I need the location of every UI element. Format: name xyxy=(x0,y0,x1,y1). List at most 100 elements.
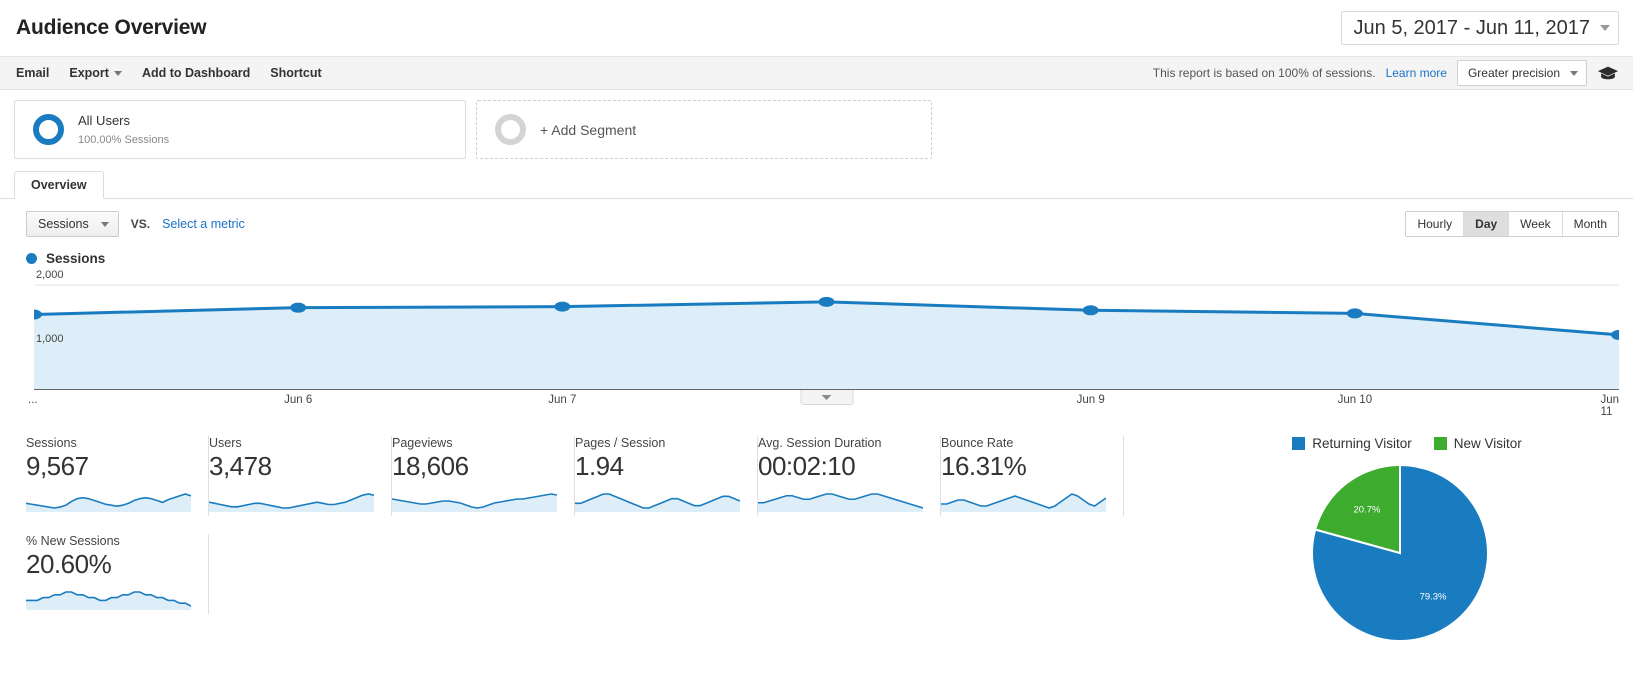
tab-strip: Overview xyxy=(0,171,1633,199)
chevron-down-icon xyxy=(821,394,832,400)
segment-name: All Users xyxy=(78,112,131,128)
summary-section: Sessions 9,567 Users 3,478 Pageviews 18,606 Pa… xyxy=(0,412,1633,643)
export-button[interactable]: Export xyxy=(69,66,122,80)
action-bar: Email Export Add to Dashboard Shortcut T… xyxy=(0,57,1633,90)
pie-legend: Returning Visitor New Visitor xyxy=(1200,436,1600,451)
metric-card[interactable]: % New Sessions 20.60% xyxy=(26,534,209,614)
chevron-down-icon xyxy=(100,221,109,227)
legend-swatch-icon xyxy=(1292,437,1306,450)
pie-slice-label: 79.3% xyxy=(1420,591,1447,602)
chart-collapse-handle[interactable] xyxy=(800,390,853,405)
pie-legend-item-new[interactable]: New Visitor xyxy=(1433,436,1522,451)
tab-overview-label: Overview xyxy=(31,178,87,192)
metric-sparkline xyxy=(209,486,374,512)
shortcut-button[interactable]: Shortcut xyxy=(270,66,321,80)
metric-card-name: Pages / Session xyxy=(575,436,666,450)
metric-card-name: Pageviews xyxy=(392,436,453,450)
audience-overview-page: Audience Overview Jun 5, 2017 - Jun 11, … xyxy=(0,0,1633,697)
pie-slice-label: 20.7% xyxy=(1353,505,1380,516)
metric-sparkline xyxy=(26,584,191,610)
primary-metric-label: Sessions xyxy=(38,217,89,231)
metric-card[interactable]: Pageviews 18,606 xyxy=(392,436,575,516)
chart-legend: Sessions xyxy=(0,237,1633,266)
primary-metric-select[interactable]: Sessions xyxy=(26,211,119,237)
date-range-text: Jun 5, 2017 - Jun 11, 2017 xyxy=(1353,16,1590,39)
graduation-cap-icon[interactable] xyxy=(1597,64,1619,82)
granularity-week[interactable]: Week xyxy=(1509,212,1563,236)
sessions-trend-chart[interactable]: 2,000 1,000 xyxy=(34,269,1619,390)
metric-card-value: 9,567 xyxy=(26,451,89,481)
page-title: Audience Overview xyxy=(16,16,207,39)
chart-plot-area xyxy=(34,272,1619,390)
metric-card[interactable]: Users 3,478 xyxy=(209,436,392,516)
pie-legend-label-returning: Returning Visitor xyxy=(1312,436,1412,451)
x-axis-tick: Jun 6 xyxy=(284,394,313,406)
x-axis-tick: Jun 7 xyxy=(548,394,577,406)
metric-card[interactable]: Pages / Session 1.94 xyxy=(575,436,758,516)
metric-card-grid: Sessions 9,567 Users 3,478 Pageviews 18,606 Pa… xyxy=(0,436,1200,643)
granularity-hourly[interactable]: Hourly xyxy=(1406,212,1465,236)
metric-sparkline xyxy=(758,486,923,512)
metric-selector-row: Sessions VS. Select a metric Hourly Day … xyxy=(0,199,1633,237)
segment-card-all-users[interactable]: All Users 100.00% Sessions xyxy=(14,100,466,159)
email-button[interactable]: Email xyxy=(16,66,49,80)
pie-legend-item-returning[interactable]: Returning Visitor xyxy=(1292,436,1412,451)
date-range-picker[interactable]: Jun 5, 2017 - Jun 11, 2017 xyxy=(1340,11,1619,45)
metric-card[interactable]: Avg. Session Duration 00:02:10 xyxy=(758,436,941,516)
chart-x-axis: ...Jun 6Jun 7Jun 8Jun 9Jun 10Jun 11 xyxy=(28,390,1619,418)
metric-card-value: 16.31% xyxy=(941,451,1027,481)
granularity-month[interactable]: Month xyxy=(1562,212,1618,236)
segment-sub: 100.00% Sessions xyxy=(78,133,170,146)
title-bar: Audience Overview Jun 5, 2017 - Jun 11, … xyxy=(0,0,1633,57)
metric-card[interactable]: Bounce Rate 16.31% xyxy=(941,436,1124,516)
chevron-down-icon xyxy=(113,70,122,76)
visitor-type-pie-chart[interactable]: 79.3% 20.7% xyxy=(1310,463,1490,643)
legend-dot-icon xyxy=(26,253,37,264)
y-axis-tick-top: 2,000 xyxy=(36,269,64,281)
metric-card-name: Users xyxy=(209,436,242,450)
segment-text: All Users 100.00% Sessions xyxy=(78,112,169,148)
metric-card-value: 00:02:10 xyxy=(758,451,856,481)
chart-legend-label: Sessions xyxy=(46,251,106,266)
x-axis-tick: ... xyxy=(28,394,38,406)
metric-sparkline xyxy=(392,486,557,512)
metric-card-value: 20.60% xyxy=(26,549,112,579)
metric-sparkline xyxy=(26,486,191,512)
metric-sparkline xyxy=(941,486,1106,512)
metric-sparkline xyxy=(575,486,740,512)
add-segment-label: + Add Segment xyxy=(540,121,637,138)
precision-label: Greater precision xyxy=(1467,66,1560,80)
action-list: Email Export Add to Dashboard Shortcut xyxy=(16,66,322,80)
chevron-down-icon xyxy=(1600,25,1610,31)
metric-card-name: % New Sessions xyxy=(26,534,120,548)
export-label: Export xyxy=(69,66,109,80)
learn-more-link[interactable]: Learn more xyxy=(1386,66,1447,80)
precision-select[interactable]: Greater precision xyxy=(1456,60,1587,86)
x-axis-tick: Jun 10 xyxy=(1337,394,1373,406)
legend-swatch-icon xyxy=(1433,437,1447,450)
tab-overview[interactable]: Overview xyxy=(14,171,104,199)
metric-card-value: 1.94 xyxy=(575,451,624,481)
select-a-metric-link[interactable]: Select a metric xyxy=(162,217,245,231)
y-axis-tick-mid: 1,000 xyxy=(36,333,64,345)
shortcut-label: Shortcut xyxy=(270,66,322,80)
x-axis-tick: Jun 9 xyxy=(1076,394,1105,406)
segment-bar: All Users 100.00% Sessions + Add Segment xyxy=(0,90,1633,159)
add-to-dashboard-label: Add to Dashboard xyxy=(141,66,251,80)
donut-icon xyxy=(33,114,64,145)
x-axis-tick: Jun 11 xyxy=(1600,394,1619,418)
granularity-day[interactable]: Day xyxy=(1464,212,1510,236)
metric-card-name: Sessions xyxy=(26,436,77,450)
add-to-dashboard-button[interactable]: Add to Dashboard xyxy=(142,66,250,80)
pie-legend-label-new: New Visitor xyxy=(1453,436,1522,451)
metric-card[interactable]: Sessions 9,567 xyxy=(26,436,209,516)
sampling-controls: This report is based on 100% of sessions… xyxy=(1153,60,1619,86)
add-segment-card[interactable]: + Add Segment xyxy=(476,100,932,159)
metric-card-name: Avg. Session Duration xyxy=(758,436,882,450)
email-label: Email xyxy=(16,66,50,80)
metric-selector-group: Sessions VS. Select a metric xyxy=(26,211,245,237)
donut-empty-icon xyxy=(495,114,526,145)
metric-card-value: 3,478 xyxy=(209,451,272,481)
chevron-down-icon xyxy=(1570,70,1578,76)
vs-label: VS. xyxy=(130,217,151,231)
